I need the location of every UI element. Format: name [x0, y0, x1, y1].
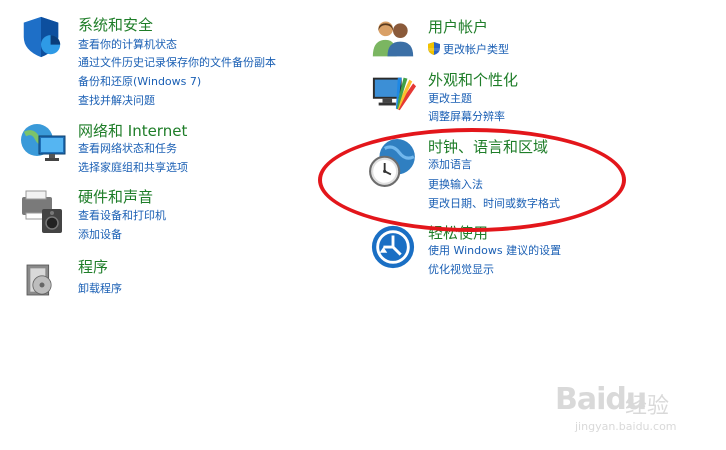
hardware-sound-title[interactable]: 硬件和声音: [78, 188, 153, 206]
users-icon[interactable]: [370, 16, 416, 60]
category-system-security: 系统和安全 查看你的计算机状态 通过文件历史记录保存你的文件备份副本 备份和还原…: [18, 14, 318, 114]
user-accounts-title[interactable]: 用户帐户: [428, 18, 488, 36]
appearance-title[interactable]: 外观和个性化: [428, 71, 518, 89]
category-ease-of-access: 轻松使用 使用 Windows 建议的设置 优化视觉显示: [370, 224, 670, 280]
network-globe-icon[interactable]: [18, 120, 68, 168]
system-security-title[interactable]: 系统和安全: [78, 16, 153, 34]
link-backup-restore[interactable]: 备份和还原(Windows 7): [78, 75, 201, 89]
watermark-jingyan: 经验: [625, 394, 670, 419]
category-hardware-sound: 硬件和声音 查看设备和打印机 添加设备: [18, 186, 318, 246]
watermark-url: jingyan.baidu.com: [575, 420, 677, 433]
link-screen-resolution[interactable]: 调整屏幕分辨率: [428, 110, 505, 124]
link-change-account-type-label: 更改帐户类型: [443, 43, 509, 56]
category-appearance: 外观和个性化 更改主题 调整屏幕分辨率: [370, 70, 670, 126]
link-optimize-visual-display[interactable]: 优化视觉显示: [428, 263, 494, 277]
link-change-theme[interactable]: 更改主题: [428, 92, 472, 106]
printer-speaker-icon[interactable]: [18, 186, 66, 236]
uac-shield-icon: [428, 42, 440, 55]
appearance-monitor-icon[interactable]: [370, 70, 418, 116]
baidu-jingyan-watermark: Baidu 经验 jingyan.baidu.com: [555, 382, 715, 442]
link-view-computer-status[interactable]: 查看你的计算机状态: [78, 38, 177, 52]
link-add-device[interactable]: 添加设备: [78, 228, 122, 242]
link-network-status[interactable]: 查看网络状态和任务: [78, 142, 177, 156]
link-homegroup-sharing[interactable]: 选择家庭组和共享选项: [78, 161, 188, 175]
link-change-account-type[interactable]: 更改帐户类型: [428, 42, 509, 57]
network-internet-title[interactable]: 网络和 Internet: [78, 122, 187, 140]
shield-icon[interactable]: [18, 14, 64, 60]
link-uninstall-program[interactable]: 卸载程序: [78, 282, 122, 296]
programs-title[interactable]: 程序: [78, 258, 108, 276]
programs-box-icon[interactable]: [22, 257, 62, 303]
category-user-accounts: 用户帐户 更改帐户类型: [370, 16, 670, 66]
link-troubleshoot[interactable]: 查找并解决问题: [78, 94, 155, 108]
category-network-internet: 网络和 Internet 查看网络状态和任务 选择家庭组和共享选项: [18, 120, 318, 180]
ease-of-access-icon[interactable]: [370, 224, 416, 270]
highlight-ellipse-annotation: [318, 128, 626, 232]
link-file-history-backup[interactable]: 通过文件历史记录保存你的文件备份副本: [78, 56, 276, 70]
link-windows-recommended-settings[interactable]: 使用 Windows 建议的设置: [428, 244, 561, 258]
link-devices-printers[interactable]: 查看设备和打印机: [78, 209, 166, 223]
category-programs: 程序 卸载程序: [22, 257, 322, 307]
